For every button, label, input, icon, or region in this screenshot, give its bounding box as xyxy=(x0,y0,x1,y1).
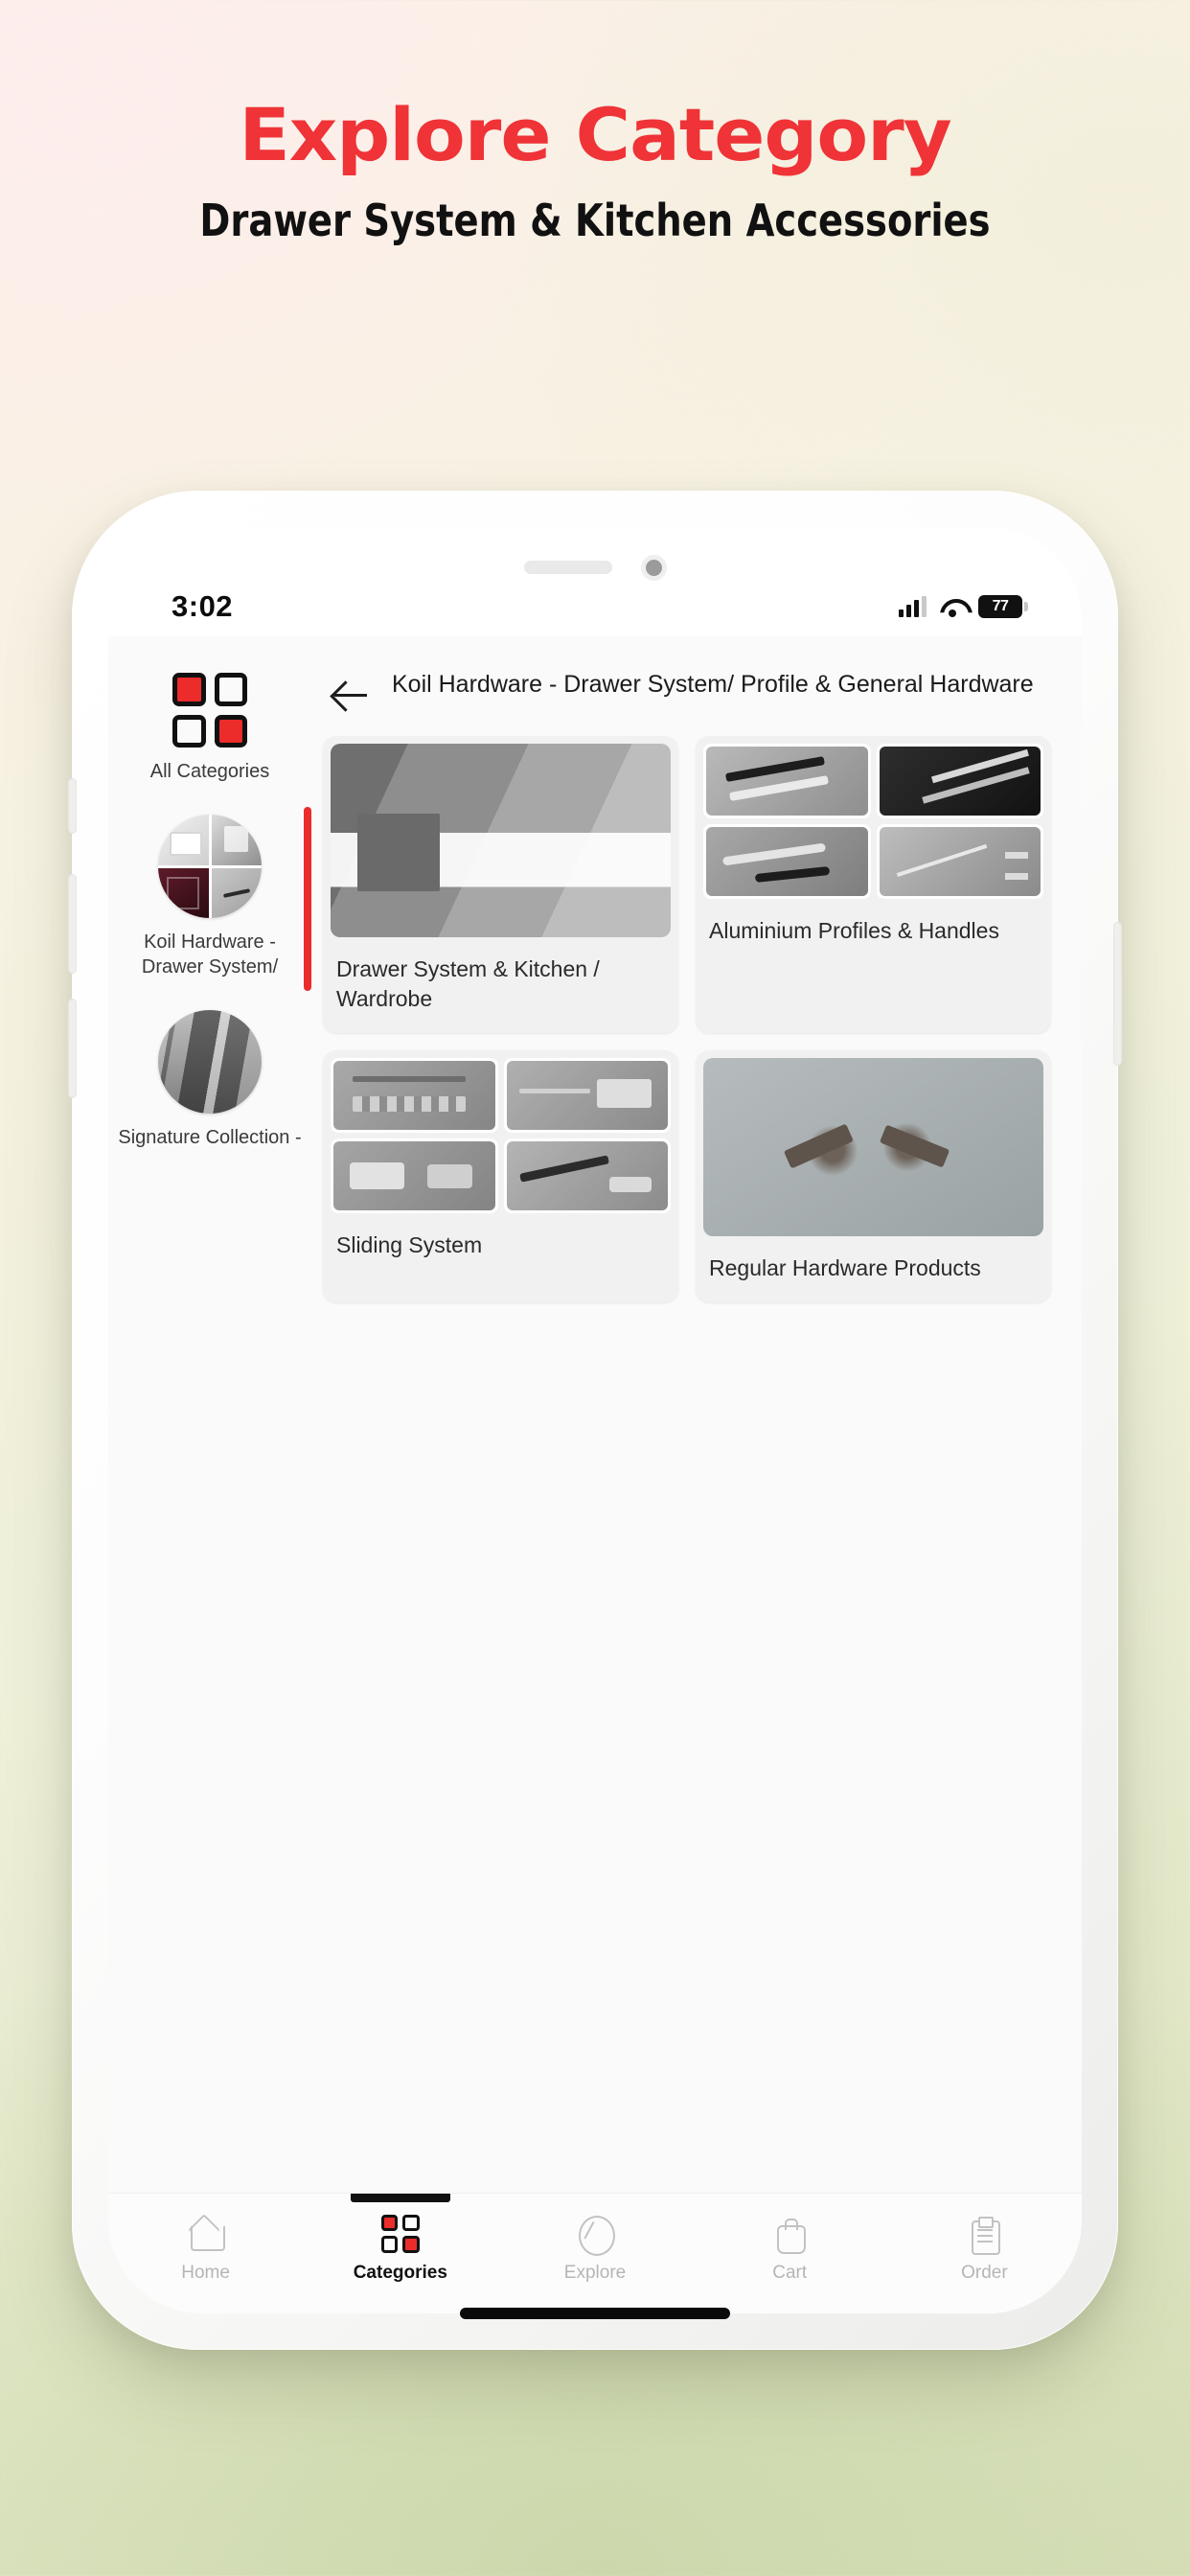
card-caption: Regular Hardware Products xyxy=(709,1255,981,1280)
sidebar-item-all-categories[interactable]: All Categories xyxy=(108,659,311,801)
status-bar: 3:02 77 xyxy=(108,577,1082,636)
nav-item-explore[interactable]: Explore xyxy=(497,2194,692,2304)
nav-item-cart[interactable]: Cart xyxy=(693,2194,887,2304)
home-indicator[interactable] xyxy=(460,2308,730,2319)
category-card-drawer-system[interactable]: Drawer System & Kitchen / Wardrobe xyxy=(323,736,678,1033)
nav-item-home[interactable]: Home xyxy=(108,2194,303,2304)
sidebar-item-label: Signature Collection - xyxy=(118,1127,302,1148)
nav-item-label: Cart xyxy=(772,2262,808,2283)
bottom-navigation-bar: Home Categories Explore Cart Order xyxy=(108,2193,1082,2313)
earpiece-speaker-icon xyxy=(523,561,612,574)
grid-icon xyxy=(172,673,247,748)
card-thumbnail-wrap xyxy=(696,1050,1051,1236)
nav-item-categories[interactable]: Categories xyxy=(303,2194,497,2304)
drawer-system-photo xyxy=(331,744,671,937)
cellular-signal-icon xyxy=(899,596,927,617)
nav-item-label: Home xyxy=(181,2262,230,2283)
mute-switch-button[interactable] xyxy=(68,778,77,834)
card-thumbnail-wrap xyxy=(323,1050,678,1213)
category-thumbnail xyxy=(158,815,262,918)
page-subtitle: Drawer System & Kitchen Accessories xyxy=(199,195,991,246)
power-button[interactable] xyxy=(1113,922,1122,1066)
nav-item-label: Explore xyxy=(563,2262,627,2283)
nav-item-label: Categories xyxy=(353,2262,447,2283)
category-card-regular-hardware[interactable]: Regular Hardware Products xyxy=(696,1050,1051,1302)
category-card-sliding-system[interactable]: Sliding System xyxy=(323,1050,678,1302)
card-caption: Sliding System xyxy=(336,1232,483,1257)
battery-percent-label: 77 xyxy=(992,598,1009,614)
page-title: Explore Category xyxy=(239,92,951,177)
nav-item-label: Order xyxy=(961,2262,1008,2283)
app-header-title: Koil Hardware - Drawer System/ Profile &… xyxy=(392,671,1034,698)
sidebar-item-signature-collection[interactable]: Signature Collection - xyxy=(108,997,311,1167)
card-thumbnail-wrap xyxy=(323,736,678,937)
volume-down-button[interactable] xyxy=(68,999,77,1098)
compass-icon xyxy=(576,2215,615,2256)
status-indicators: 77 xyxy=(899,595,1028,618)
app-content: All Categories Koil Hardware - Drawer Sy… xyxy=(108,636,1082,2313)
back-arrow-icon[interactable] xyxy=(331,675,371,715)
home-icon xyxy=(187,2215,225,2253)
card-thumbnail-wrap xyxy=(696,736,1051,899)
hinges-photo xyxy=(703,1058,1043,1236)
sidebar-item-koil-hardware[interactable]: Koil Hardware - Drawer System/ xyxy=(108,801,311,997)
clipboard-icon xyxy=(965,2215,1003,2255)
status-time: 3:02 xyxy=(172,589,234,623)
phone-screen: 3:02 77 All Categories Koil Hardware - D… xyxy=(108,527,1082,2313)
nav-item-order[interactable]: Order xyxy=(887,2194,1082,2304)
main-panel: Koil Hardware - Drawer System/ Profile &… xyxy=(311,636,1082,1302)
card-caption: Aluminium Profiles & Handles xyxy=(709,918,999,943)
sidebar-item-label: Koil Hardware - Drawer System/ xyxy=(141,932,279,978)
battery-icon: 77 xyxy=(978,595,1028,618)
category-card-grid: Drawer System & Kitchen / Wardrobe Alumi… xyxy=(319,736,1055,1302)
grid-icon xyxy=(380,2214,420,2253)
category-sidebar: All Categories Koil Hardware - Drawer Sy… xyxy=(108,636,311,1302)
card-caption: Drawer System & Kitchen / Wardrobe xyxy=(336,956,600,1011)
cart-icon xyxy=(770,2215,809,2254)
phone-mockup: 3:02 77 All Categories Koil Hardware - D… xyxy=(68,491,1122,2350)
app-header: Koil Hardware - Drawer System/ Profile &… xyxy=(319,636,1055,736)
category-thumbnail xyxy=(158,1010,262,1114)
poster-heading-block: Explore Category Drawer System & Kitchen… xyxy=(0,0,1190,246)
category-card-aluminium-profiles[interactable]: Aluminium Profiles & Handles xyxy=(696,736,1051,1033)
sidebar-item-label: All Categories xyxy=(149,761,270,782)
sliding-system-photo-grid xyxy=(331,1058,671,1213)
app-body: All Categories Koil Hardware - Drawer Sy… xyxy=(108,636,1082,1302)
wifi-icon xyxy=(940,597,965,617)
volume-up-button[interactable] xyxy=(68,874,77,974)
aluminium-profiles-photo-grid xyxy=(703,744,1043,899)
